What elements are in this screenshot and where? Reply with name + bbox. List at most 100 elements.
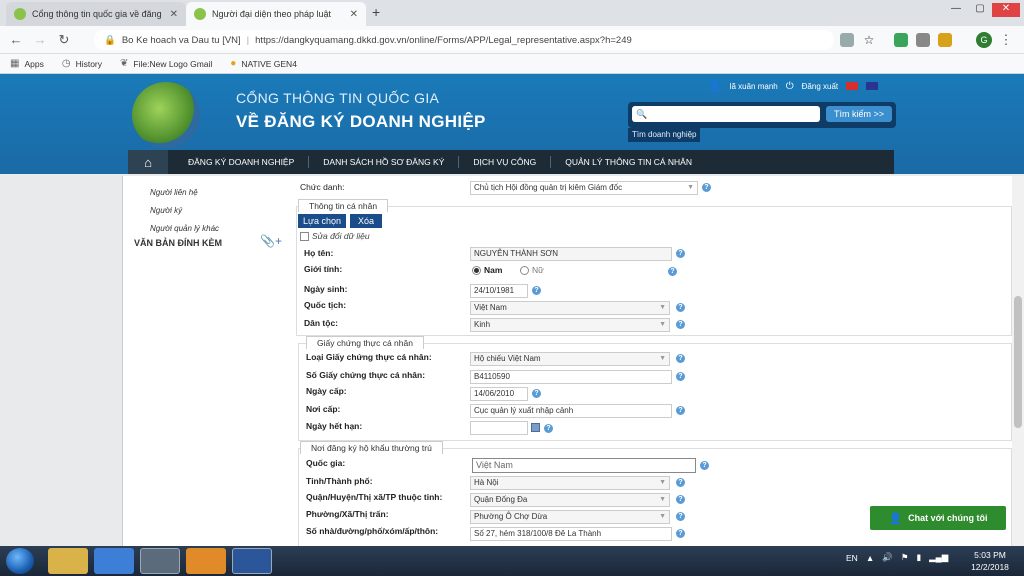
help-icon[interactable]: ? <box>668 267 677 276</box>
site-logo[interactable] <box>132 82 200 148</box>
menu-personal-info[interactable]: QUẢN LÝ THÔNG TIN CÁ NHÂN <box>551 156 706 168</box>
vietnam-flag-icon[interactable] <box>846 82 859 90</box>
volume-icon[interactable]: 🔊 <box>882 552 893 563</box>
help-icon[interactable]: ? <box>676 406 685 415</box>
district-select[interactable]: Quận Đống Đa ▼ <box>470 493 670 507</box>
personal-info-title: Thông tin cá nhân <box>298 199 389 212</box>
help-icon[interactable]: ? <box>676 249 685 258</box>
bookmark-history[interactable]: ◷ History <box>62 58 102 69</box>
select-button[interactable]: Lựa chọn <box>298 214 346 228</box>
help-icon[interactable]: ? <box>676 512 685 521</box>
browser-menu-icon[interactable]: ⋮ <box>996 30 1016 50</box>
menu-business-registration[interactable]: ĐĂNG KÝ DOANH NGHIỆP <box>174 156 310 168</box>
word-icon[interactable] <box>232 548 272 574</box>
gender-female-radio[interactable] <box>520 266 529 275</box>
dob-field[interactable]: 24/10/1981 <box>470 284 528 298</box>
file-explorer-icon[interactable] <box>48 548 88 574</box>
scrollbar-thumb[interactable] <box>1014 296 1022 428</box>
issue-place-field[interactable]: Cục quản lý xuất nhập cảnh <box>470 404 672 418</box>
close-tab-icon[interactable]: ✕ <box>350 9 358 20</box>
country-field[interactable]: Việt Nam <box>472 458 696 473</box>
translate-icon[interactable] <box>840 33 854 47</box>
id-number-field[interactable]: B4110590 <box>470 370 672 384</box>
attachments-heading[interactable]: VĂN BẢN ĐÍNH KÈM <box>134 238 222 248</box>
extension-icon[interactable] <box>938 33 952 47</box>
internet-explorer-icon[interactable] <box>94 548 134 574</box>
calendar-icon[interactable] <box>531 423 540 432</box>
reload-icon[interactable]: ↻ <box>54 30 74 50</box>
sidebar-item-contact[interactable]: Người liên hệ <box>150 188 219 206</box>
chrome-icon[interactable] <box>140 548 180 574</box>
id-type-select[interactable]: Hộ chiếu Việt Nam ▼ <box>470 352 670 366</box>
gender-male-radio[interactable] <box>472 266 481 275</box>
search-button[interactable]: Tìm kiếm >> <box>826 106 892 122</box>
chat-button[interactable]: 👤 Chat với chúng tôi <box>870 506 1006 530</box>
show-hidden-icons-icon[interactable]: ▲ <box>866 553 874 563</box>
menu-public-services[interactable]: DỊCH VỤ CÔNG <box>459 156 552 168</box>
issue-date-field[interactable]: 14/06/2010 <box>470 387 528 401</box>
help-icon[interactable]: ? <box>676 354 685 363</box>
home-icon[interactable]: ⌂ <box>128 150 168 174</box>
nationality-select[interactable]: Việt Nam ▼ <box>470 301 670 315</box>
help-icon[interactable]: ? <box>702 183 711 192</box>
logout-link[interactable]: Đăng xuất <box>802 82 838 91</box>
delete-button[interactable]: Xóa <box>350 214 382 228</box>
help-icon[interactable]: ? <box>676 478 685 487</box>
help-icon[interactable]: ? <box>700 461 709 470</box>
bookmark-star-icon[interactable]: ☆ <box>862 33 876 47</box>
user-name[interactable]: lã xuân mạnh <box>730 82 778 91</box>
site-favicon-icon <box>14 8 26 20</box>
edit-data-label: Sửa đổi dữ liệu <box>312 231 370 241</box>
close-window-icon[interactable]: ✕ <box>992 3 1020 17</box>
profile-avatar[interactable]: G <box>976 32 992 48</box>
fullname-field[interactable]: NGUYỄN THÀNH SƠN <box>470 247 672 261</box>
ward-select[interactable]: Phường Ô Chợ Dừa ▼ <box>470 510 670 524</box>
help-icon[interactable]: ? <box>532 389 541 398</box>
ethnicity-select[interactable]: Kinh ▼ <box>470 318 670 332</box>
network-icon[interactable]: ▂▄▆ <box>929 552 948 563</box>
position-select[interactable]: Chủ tịch Hội đồng quản trị kiêm Giám đốc… <box>470 181 698 195</box>
help-icon[interactable]: ? <box>676 529 685 538</box>
browser-tab-1[interactable]: Cổng thông tin quốc gia về đăng ✕ <box>6 2 186 26</box>
bookmark-native-gen4[interactable]: ● NATIVE GEN4 <box>230 58 297 69</box>
help-icon[interactable]: ? <box>676 372 685 381</box>
language-indicator[interactable]: EN <box>846 553 858 563</box>
menu-registration-list[interactable]: DANH SÁCH HỒ SƠ ĐĂNG KÝ <box>309 156 460 168</box>
help-icon[interactable]: ? <box>676 495 685 504</box>
browser-tab-2[interactable]: Người đại diện theo pháp luật ✕ <box>186 2 366 26</box>
close-tab-icon[interactable]: ✕ <box>170 9 178 20</box>
search-scope-label[interactable]: Tìm doanh nghiệp <box>628 128 700 142</box>
address-bar[interactable]: 🔒 Bo Ke hoach va Dau tu [VN] | https://d… <box>94 30 834 50</box>
forward-icon[interactable]: → <box>30 30 50 50</box>
site-title-line2: VỀ ĐĂNG KÝ DOANH NGHIỆP <box>236 112 486 131</box>
maximize-icon[interactable]: ▢ <box>968 3 992 17</box>
expiry-field[interactable] <box>470 421 528 435</box>
help-icon[interactable]: ? <box>544 424 553 433</box>
issue-place-label: Nơi cấp: <box>306 404 341 414</box>
extension-icon[interactable] <box>916 33 930 47</box>
help-icon[interactable]: ? <box>676 303 685 312</box>
help-icon[interactable]: ? <box>532 286 541 295</box>
province-select[interactable]: Hà Nội ▼ <box>470 476 670 490</box>
attach-file-icon[interactable]: 📎+ <box>260 234 282 248</box>
search-input[interactable]: 🔍 <box>632 106 820 122</box>
system-tray: EN ▲ 🔊 ⚑ ▮ ▂▄▆ <box>846 552 948 563</box>
new-tab-icon[interactable]: + <box>372 4 380 20</box>
province-label: Tỉnh/Thành phố: <box>306 476 373 486</box>
minimize-icon[interactable]: — <box>944 3 968 17</box>
start-button[interactable] <box>6 548 34 574</box>
media-player-icon[interactable] <box>186 548 226 574</box>
extension-icon[interactable] <box>894 33 908 47</box>
bookmark-apps[interactable]: ▦ Apps <box>10 58 44 69</box>
taskbar-clock[interactable]: 5:03 PM 12/2/2018 <box>962 549 1018 573</box>
bookmark-gmail-logo[interactable]: ❦ File:New Logo Gmail <box>120 58 212 69</box>
power-tray-icon[interactable]: ▮ <box>916 552 921 563</box>
uk-flag-icon[interactable] <box>866 82 879 90</box>
id-number-label: Số Giấy chứng thực cá nhân: <box>306 370 426 380</box>
back-icon[interactable]: ← <box>6 30 26 50</box>
edit-data-checkbox[interactable] <box>300 232 309 241</box>
street-field[interactable]: Số 27, hẻm 318/100/8 Đê La Thành <box>470 527 672 541</box>
action-center-flag-icon[interactable]: ⚑ <box>901 552 909 563</box>
help-icon[interactable]: ? <box>676 320 685 329</box>
sidebar-item-signer[interactable]: Người ký <box>150 206 219 224</box>
